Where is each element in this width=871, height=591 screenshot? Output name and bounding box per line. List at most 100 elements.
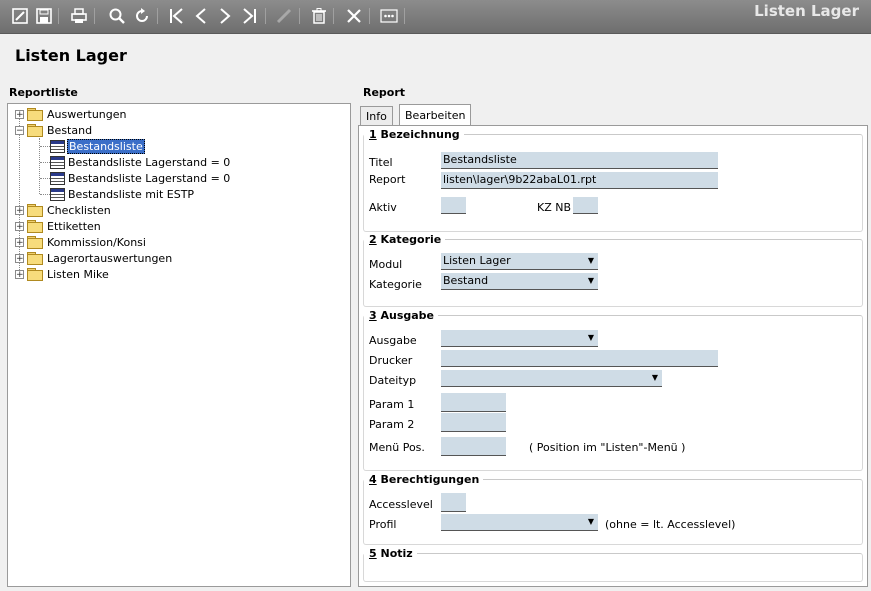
tree-item-checklisten[interactable]: + Checklisten (15, 202, 112, 218)
profil-select[interactable] (441, 514, 598, 531)
menupos-field[interactable] (441, 437, 506, 456)
param1-label: Param 1 (369, 398, 415, 411)
edit-disabled-icon (274, 6, 294, 26)
param2-label: Param 2 (369, 418, 415, 431)
group-title-berechtigungen: 4 Berechtigungen (364, 473, 484, 486)
tree-line (40, 178, 50, 179)
expand-icon[interactable]: + (15, 205, 24, 215)
tree-item-bestandsliste-lagerstand-2[interactable]: Bestandsliste Lagerstand = 0 (50, 170, 231, 186)
last-record-icon[interactable] (239, 6, 259, 26)
toolbar-separator (94, 8, 95, 24)
accesslevel-field[interactable] (441, 493, 466, 512)
tree-item-label: Kommission/Konsi (47, 235, 146, 249)
tree-item-label: Bestandsliste mit ESTP (68, 187, 195, 201)
previous-record-icon[interactable] (191, 6, 211, 26)
kategorie-select[interactable]: Bestand (441, 273, 598, 290)
next-record-icon[interactable] (215, 6, 235, 26)
expand-icon[interactable]: + (15, 221, 24, 231)
folder-icon (27, 204, 43, 217)
accesslevel-label: Accesslevel (369, 498, 433, 511)
close-icon[interactable] (344, 6, 364, 26)
kznb-field[interactable] (573, 197, 598, 214)
tree-item-label: Bestandsliste Lagerstand = 0 (68, 155, 231, 169)
folder-icon (27, 220, 43, 233)
tree-item-ettiketten[interactable]: + Ettiketten (15, 218, 102, 234)
aktiv-label: Aktiv (369, 201, 397, 214)
folder-icon (27, 236, 43, 249)
tree-item-auswertungen[interactable]: + Auswertungen (15, 106, 128, 122)
print-icon[interactable] (69, 6, 89, 26)
expand-icon[interactable]: + (15, 253, 24, 263)
ausgabe-select[interactable] (441, 330, 598, 347)
param2-field[interactable] (441, 413, 506, 432)
toolbar-separator (333, 8, 334, 24)
expand-icon[interactable]: + (15, 109, 24, 119)
modul-label: Modul (369, 258, 403, 271)
first-record-icon[interactable] (167, 6, 187, 26)
drucker-field[interactable] (441, 350, 718, 367)
tree-item-label: Bestandsliste (67, 138, 145, 154)
expand-icon[interactable]: + (15, 269, 24, 279)
profil-hint: (ohne = lt. Accesslevel) (605, 518, 736, 531)
toolbar-separator (404, 8, 405, 24)
toolbar-separator (369, 8, 370, 24)
collapse-icon[interactable]: − (15, 125, 24, 135)
group-kategorie (363, 239, 863, 307)
app-title: Listen Lager (754, 2, 859, 20)
toolbar-separator (299, 8, 300, 24)
report-icon (50, 187, 65, 201)
menupos-label: Menü Pos. (369, 441, 425, 454)
group-title-kategorie: 2 Kategorie (364, 233, 446, 246)
tree-item-lagerortauswertungen[interactable]: + Lagerortauswertungen (15, 250, 173, 266)
reportliste-header: Reportliste (9, 86, 78, 99)
folder-icon (27, 108, 43, 121)
tree-item-label: Auswertungen (47, 107, 127, 121)
group-title-ausgabe: 3 Ausgabe (364, 309, 439, 322)
dateityp-select[interactable] (441, 370, 662, 387)
open-folder-icon (27, 124, 43, 137)
tree-item-bestandsliste[interactable]: Bestandsliste (50, 138, 145, 154)
toolbar-separator (58, 8, 59, 24)
menupos-hint: ( Position im "Listen"-Menü ) (529, 441, 686, 454)
aktiv-field[interactable] (441, 197, 466, 214)
toolbar: Listen Lager (0, 0, 871, 34)
tree-item-kommission[interactable]: + Kommission/Konsi (15, 234, 147, 250)
tab-bearbeiten[interactable]: Bearbeiten (399, 104, 472, 126)
dateityp-label: Dateityp (369, 374, 417, 387)
tree-line (40, 194, 50, 195)
tree-item-bestand[interactable]: − Bestand (15, 122, 93, 138)
drucker-label: Drucker (369, 354, 413, 367)
tree-item-listen-mike[interactable]: + Listen Mike (15, 266, 110, 282)
modul-select[interactable]: Listen Lager (441, 253, 598, 270)
save-icon[interactable] (34, 6, 54, 26)
tree-item-bestandsliste-estp[interactable]: Bestandsliste mit ESTP (50, 186, 195, 202)
report-icon (50, 139, 65, 153)
expand-icon[interactable]: + (15, 237, 24, 247)
tree-item-label: Lagerortauswertungen (47, 251, 173, 265)
delete-icon[interactable] (309, 6, 329, 26)
report-tree: + Auswertungen − Bestand Bestandsliste B… (7, 103, 351, 587)
titel-field[interactable]: Bestandsliste (441, 152, 718, 169)
tab-info[interactable]: Info (360, 106, 393, 126)
titel-label: Titel (369, 156, 393, 169)
tree-line (40, 162, 50, 163)
kategorie-label: Kategorie (369, 278, 422, 291)
folder-icon (27, 252, 43, 265)
report-label: Report (369, 173, 406, 186)
group-title-notiz: 5 Notiz (364, 547, 417, 560)
search-icon[interactable] (107, 6, 127, 26)
group-notiz (363, 553, 863, 582)
profil-label: Profil (369, 518, 397, 531)
tree-item-bestandsliste-lagerstand[interactable]: Bestandsliste Lagerstand = 0 (50, 154, 231, 170)
group-title-bezeichnung: 1 Bezeichnung (364, 128, 464, 141)
report-icon (50, 171, 65, 185)
edit-icon[interactable] (10, 6, 30, 26)
tree-item-label: Ettiketten (47, 219, 101, 233)
param1-field[interactable] (441, 393, 506, 412)
more-icon[interactable] (379, 6, 399, 26)
page-title: Listen Lager (15, 46, 127, 65)
tree-item-label: Listen Mike (47, 267, 109, 281)
kznb-label: KZ NB (537, 201, 572, 214)
refresh-icon[interactable] (132, 6, 152, 26)
report-field[interactable]: listen\lager\9b22abaL01.rpt (441, 172, 718, 189)
